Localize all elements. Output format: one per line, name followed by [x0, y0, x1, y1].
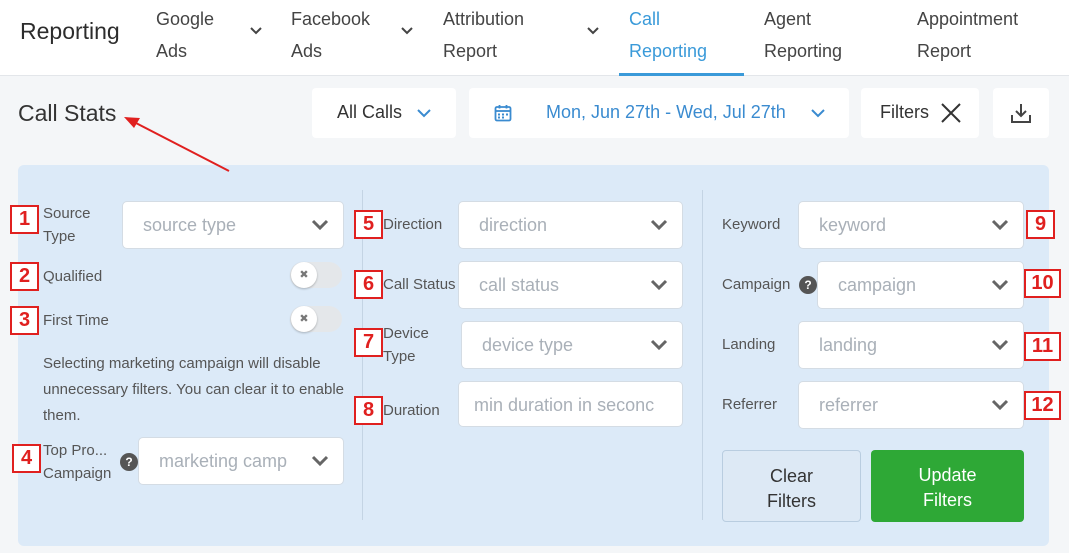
landing-label: Landing — [722, 336, 776, 353]
chevron-down-icon — [650, 339, 668, 351]
brand-title: Reporting — [20, 18, 120, 44]
chevron-down-icon — [991, 219, 1009, 231]
active-tab-indicator — [619, 73, 744, 76]
annotation-badge: 8 — [354, 396, 383, 425]
qualified-toggle[interactable]: ✖ — [290, 262, 342, 288]
chevron-down-icon — [311, 219, 329, 231]
chevron-down-icon — [250, 27, 262, 35]
nav-agent-reporting[interactable]: Agent Reporting — [764, 3, 842, 67]
clear-filters-button[interactable]: Clear Filters — [722, 450, 861, 522]
source-type-select[interactable]: source type — [122, 201, 344, 249]
filters-label: Filters — [880, 102, 929, 122]
call-status-select[interactable]: call status — [458, 261, 683, 309]
keyword-label: Keyword — [722, 216, 781, 233]
keyword-select[interactable]: keyword — [798, 201, 1024, 249]
chevron-down-icon — [991, 399, 1009, 411]
direction-select[interactable]: direction — [458, 201, 683, 249]
chevron-down-icon — [650, 279, 668, 291]
annotation-badge: 3 — [10, 306, 39, 335]
all-calls-label: All Calls — [337, 102, 403, 122]
annotation-badge: 11 — [1024, 332, 1061, 361]
marketing-campaign-select[interactable]: marketing camp — [138, 437, 344, 485]
page-title: Call Stats — [18, 100, 117, 126]
annotation-badge: 5 — [354, 210, 383, 239]
calendar-icon — [494, 105, 512, 122]
qualified-label: Qualified — [43, 268, 103, 285]
nav-appointment-report[interactable]: Appointment Report — [917, 3, 1018, 67]
annotation-badge: 10 — [1024, 269, 1061, 298]
x-icon: ✖ — [291, 262, 317, 288]
duration-label: Duration — [383, 402, 440, 419]
chevron-down-icon — [811, 109, 825, 118]
chevron-down-icon — [650, 219, 668, 231]
chevron-down-icon — [311, 455, 329, 467]
nav-google-ads[interactable]: Google Ads — [156, 3, 262, 67]
top-campaign-label: Top Pro... Campaign — [43, 442, 112, 482]
column-divider — [702, 190, 703, 520]
filters-toggle-button[interactable]: Filters — [861, 88, 979, 138]
help-icon[interactable]: ? — [799, 276, 817, 294]
chevron-down-icon — [417, 109, 431, 118]
chevron-down-icon — [401, 27, 413, 35]
landing-select[interactable]: landing — [798, 321, 1024, 369]
date-range-label: Mon, Jun 27th - Wed, Jul 27th — [546, 102, 786, 122]
device-type-select[interactable]: device type — [461, 321, 683, 369]
campaign-help-note: Selecting marketing campaign will disabl… — [43, 355, 345, 424]
chevron-down-icon — [587, 27, 599, 35]
annotation-badge: 12 — [1024, 391, 1061, 420]
first-time-toggle[interactable]: ✖ — [290, 306, 342, 332]
direction-label: Direction — [383, 216, 443, 233]
close-icon — [941, 103, 961, 123]
nav-call-reporting[interactable]: Call Reporting — [629, 3, 707, 67]
annotation-badge: 7 — [354, 328, 383, 357]
x-icon: ✖ — [291, 306, 317, 332]
nav-attribution-report[interactable]: Attribution Report — [443, 3, 599, 67]
help-icon[interactable]: ? — [120, 453, 138, 471]
campaign-select[interactable]: campaign — [817, 261, 1024, 309]
download-icon — [1011, 104, 1031, 123]
device-type-label: Device Type — [383, 325, 429, 365]
annotation-badge: 1 — [10, 205, 39, 234]
chevron-down-icon — [991, 279, 1009, 291]
download-button[interactable] — [993, 88, 1049, 138]
referrer-label: Referrer — [722, 396, 778, 413]
chevron-down-icon — [991, 339, 1009, 351]
source-type-label: Source Type — [43, 205, 91, 245]
nav-facebook-ads[interactable]: Facebook Ads — [291, 3, 413, 67]
update-filters-button[interactable]: Update Filters — [871, 450, 1024, 522]
annotation-badge: 2 — [10, 262, 39, 291]
top-nav: Reporting Google Ads Facebook Ads Attrib… — [0, 0, 1069, 76]
annotation-badge: 6 — [354, 270, 383, 299]
annotation-badge: 9 — [1026, 210, 1055, 239]
first-time-label: First Time — [43, 312, 109, 329]
call-status-label: Call Status — [383, 276, 456, 293]
campaign-label: Campaign — [722, 276, 791, 293]
all-calls-dropdown[interactable]: All Calls — [312, 88, 456, 138]
referrer-select[interactable]: referrer — [798, 381, 1024, 429]
annotation-badge: 4 — [12, 444, 41, 473]
duration-input[interactable]: min duration in seconc — [458, 381, 683, 427]
date-range-picker[interactable]: Mon, Jun 27th - Wed, Jul 27th — [469, 88, 849, 138]
